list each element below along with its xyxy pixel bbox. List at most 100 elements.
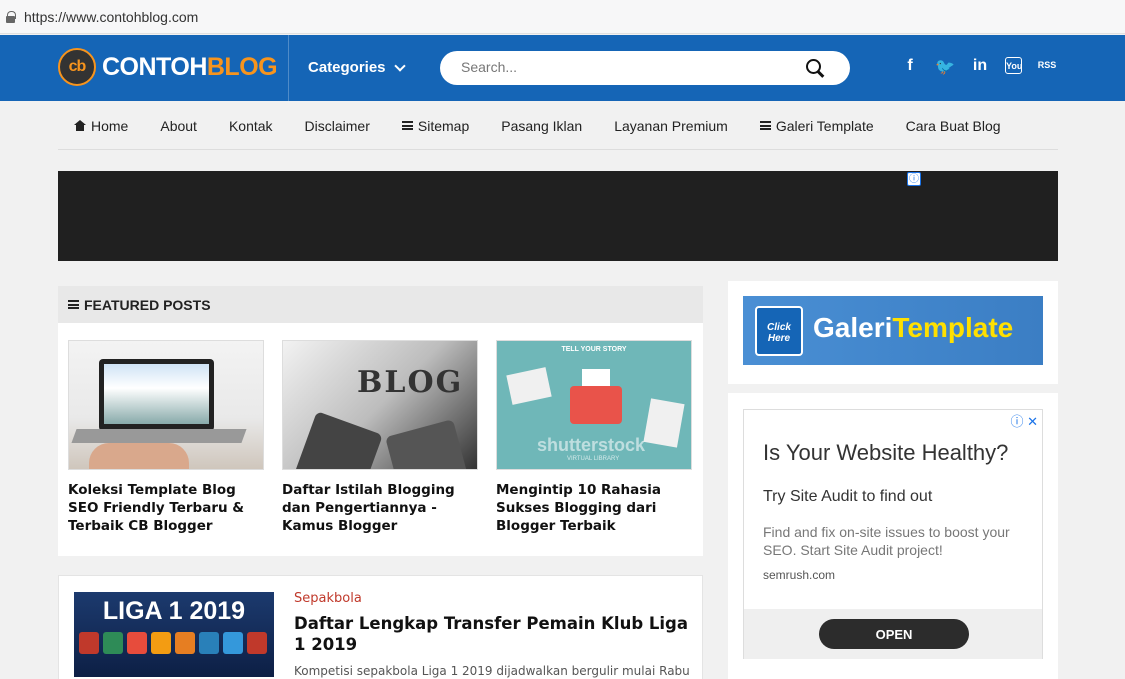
club-logo xyxy=(199,632,219,654)
ad-info-icon[interactable]: ⓘ xyxy=(907,172,921,186)
nav-item-sitemap[interactable]: Sitemap xyxy=(401,117,470,134)
lock-icon xyxy=(6,11,16,23)
club-logo xyxy=(103,632,123,654)
featured-post-thumbnail[interactable]: BLOG xyxy=(282,340,478,470)
galeri-text-yellow: Template xyxy=(892,312,1014,343)
post-excerpt: Kompetisi sepakbola Liga 1 2019 dijadwal… xyxy=(294,664,694,678)
twitter-icon[interactable]: 🐦 xyxy=(935,57,955,77)
nav-item-label: Layanan Premium xyxy=(614,117,728,134)
logo-text-part2: BLOG xyxy=(206,52,278,81)
paper-shape xyxy=(506,367,552,405)
club-logo xyxy=(223,632,243,654)
url-text[interactable]: https://www.contohblog.com xyxy=(24,9,198,25)
club-logo xyxy=(151,632,171,654)
post-title[interactable]: Daftar Lengkap Transfer Pemain Klub Liga… xyxy=(294,613,689,655)
club-logo xyxy=(79,632,99,654)
ad-subheadline[interactable]: Try Site Audit to find out xyxy=(763,488,932,506)
sidebar-widget-ad: ⓘ ✕ Is Your Website Healthy? Try Site Au… xyxy=(728,393,1058,679)
bars-icon xyxy=(401,121,413,130)
key-shape xyxy=(293,411,383,469)
nav-item-label: Home xyxy=(91,117,129,134)
hands xyxy=(89,443,189,469)
thumb-title: LIGA 1 2019 xyxy=(102,597,246,625)
logo-text-part1: CONTOH xyxy=(102,52,207,81)
laptop-base xyxy=(71,429,247,443)
featured-post[interactable]: BLOG Daftar Istilah Blogging dan Pengert… xyxy=(282,340,478,535)
watermark-subtext: VIRTUAL LIBRARY xyxy=(567,456,620,462)
ad-controls[interactable]: ⓘ ✕ xyxy=(1010,411,1038,430)
featured-post-thumbnail[interactable] xyxy=(68,340,264,470)
club-logo xyxy=(247,632,267,654)
club-logo xyxy=(127,632,147,654)
galeri-text-white: Galeri xyxy=(813,312,893,343)
logo-text: CONTOHBLOG xyxy=(102,52,278,82)
ad-footer: OPEN xyxy=(744,609,1042,659)
featured-posts: FEATURED POSTS Koleksi Template Blog SEO… xyxy=(58,286,703,556)
blog-key-text: BLOG xyxy=(357,365,464,400)
home-icon xyxy=(74,120,86,131)
nav-item-home[interactable]: Home xyxy=(74,118,128,134)
click-here-badge: Click Here xyxy=(755,306,803,356)
sidebar-widget-galeri: Click Here GaleriTemplate xyxy=(728,281,1058,384)
youtube-icon[interactable]: You xyxy=(1005,57,1022,74)
thumb-caption: TELL YOUR STORY xyxy=(561,346,627,353)
featured-post-title[interactable]: Mengintip 10 Rahasia Sukses Blogging dar… xyxy=(496,481,692,535)
rss-icon[interactable]: RSS xyxy=(1037,57,1057,77)
nav-item-label: About xyxy=(160,117,197,134)
key-shape xyxy=(385,419,471,469)
categories-label: Categories xyxy=(308,59,386,76)
nav-item-label: Sitemap xyxy=(417,117,470,134)
linkedin-icon[interactable]: in xyxy=(970,57,990,77)
site-header: cb CONTOHBLOG Categories f 🐦 in You RSS xyxy=(0,35,1125,101)
featured-post-title[interactable]: Daftar Istilah Blogging dan Pengertianny… xyxy=(282,481,478,535)
search-box xyxy=(440,51,850,85)
post-category[interactable]: Sepakbola xyxy=(294,591,362,606)
paper-shape xyxy=(643,398,685,448)
site-logo[interactable]: cb CONTOHBLOG xyxy=(58,48,278,86)
ad-banner[interactable]: ⓘ xyxy=(58,171,1058,261)
search-input[interactable] xyxy=(461,59,791,75)
nav-item-layanan-premium[interactable]: Layanan Premium xyxy=(614,118,728,134)
club-logo xyxy=(175,632,195,654)
main-nav: Home About Kontak Disclaimer Sitemap Pas… xyxy=(58,102,1058,150)
nav-item-label: Galeri Template xyxy=(775,117,874,134)
club-logos xyxy=(79,632,267,654)
laptop-screen xyxy=(99,359,214,431)
header-divider xyxy=(288,35,289,101)
nav-item-label: Pasang Iklan xyxy=(501,117,583,134)
bars-icon xyxy=(759,121,771,130)
ad-domain[interactable]: semrush.com xyxy=(763,568,835,582)
nav-item-kontak[interactable]: Kontak xyxy=(229,118,273,134)
categories-dropdown[interactable]: Categories xyxy=(308,59,406,76)
bars-icon xyxy=(68,300,79,309)
nav-item-galeri-template[interactable]: Galeri Template xyxy=(759,117,874,134)
post-card: LIGA 1 2019 Sepakbola Daftar Lengkap Tra… xyxy=(58,575,703,679)
ad-body: Find and fix on-site issues to boost you… xyxy=(763,524,1010,558)
watermark-text: shutterstock xyxy=(537,435,646,455)
featured-post-title[interactable]: Koleksi Template Blog SEO Friendly Terba… xyxy=(68,481,264,535)
featured-post[interactable]: TELL YOUR STORY shutterstock VIRTUAL LIB… xyxy=(496,340,692,535)
chevron-down-icon xyxy=(393,59,406,72)
featured-heading-label: FEATURED POSTS xyxy=(84,296,211,313)
featured-post-thumbnail[interactable]: TELL YOUR STORY shutterstock VIRTUAL LIB… xyxy=(496,340,692,470)
typewriter-icon xyxy=(570,386,622,424)
nav-item-about[interactable]: About xyxy=(160,118,197,134)
facebook-icon[interactable]: f xyxy=(900,57,920,77)
logo-mark-icon: cb xyxy=(58,48,96,86)
nav-item-pasang-iklan[interactable]: Pasang Iklan xyxy=(501,118,582,134)
nav-item-label: Disclaimer xyxy=(304,117,370,134)
nav-item-disclaimer[interactable]: Disclaimer xyxy=(305,118,370,134)
featured-heading: FEATURED POSTS xyxy=(58,286,703,323)
galeri-template-banner[interactable]: Click Here GaleriTemplate xyxy=(743,296,1043,365)
post-thumbnail[interactable]: LIGA 1 2019 xyxy=(74,592,274,677)
address-bar[interactable]: https://www.contohblog.com xyxy=(0,0,1125,34)
nav-item-label: Cara Buat Blog xyxy=(905,117,1001,134)
open-button[interactable]: OPEN xyxy=(819,619,969,649)
semrush-ad[interactable]: ⓘ ✕ Is Your Website Healthy? Try Site Au… xyxy=(743,409,1043,659)
social-links: f 🐦 in You RSS xyxy=(900,57,1057,77)
search-icon[interactable] xyxy=(806,59,825,78)
nav-item-cara-buat-blog[interactable]: Cara Buat Blog xyxy=(906,118,1001,134)
featured-post[interactable]: Koleksi Template Blog SEO Friendly Terba… xyxy=(68,340,264,535)
ad-headline[interactable]: Is Your Website Healthy? xyxy=(763,440,1008,466)
galeri-template-text: GaleriTemplate xyxy=(813,312,1013,344)
